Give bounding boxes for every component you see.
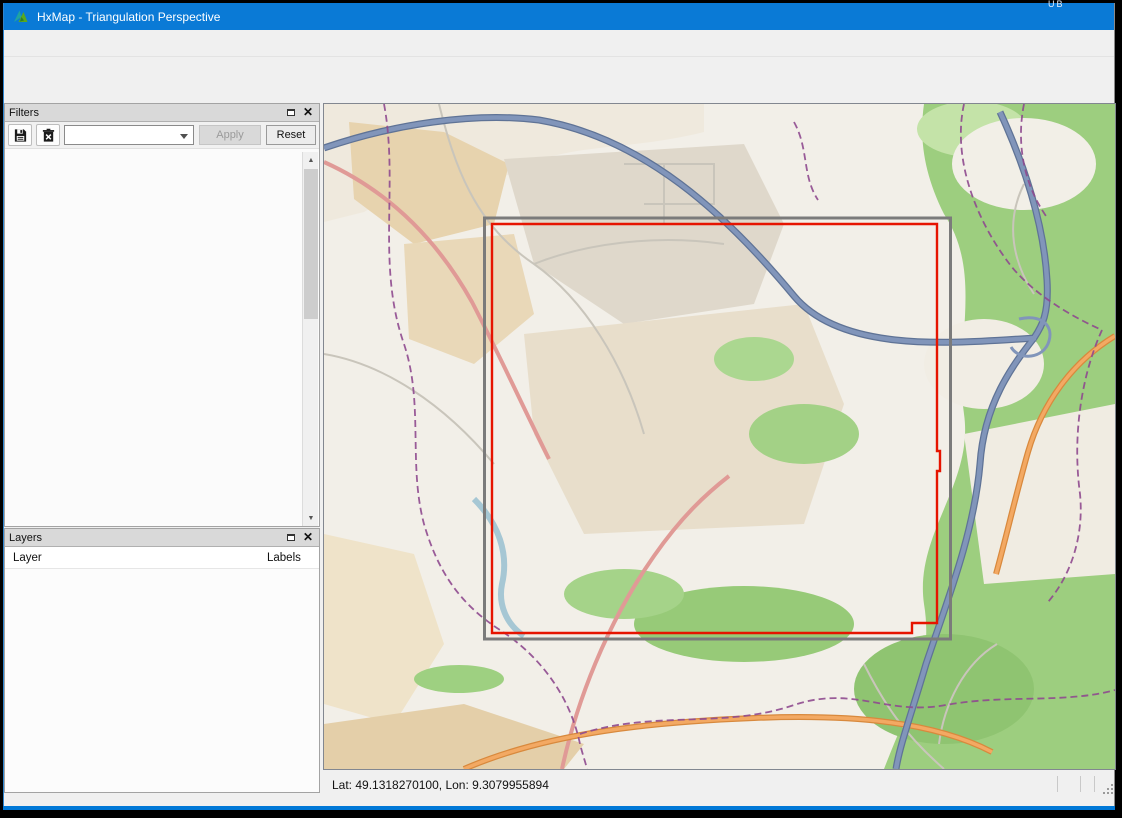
float-icon — [287, 534, 295, 541]
filters-panel-title: Filters — [9, 107, 281, 119]
layers-close-button[interactable]: ✕ — [301, 531, 315, 544]
apply-button[interactable]: Apply — [199, 125, 261, 145]
map-view[interactable] — [323, 103, 1116, 770]
filters-panel: Filters ✕ — [4, 103, 320, 527]
menu-bar — [4, 30, 1114, 57]
scrollbar-thumb[interactable] — [304, 169, 318, 319]
main-toolbar — [4, 58, 1114, 103]
status-separator — [1094, 776, 1095, 792]
delete-filter-button[interactable] — [36, 124, 60, 146]
layers-panel-header[interactable]: Layers ✕ — [5, 529, 319, 547]
coordinate-readout: Lat: 49.1318270100, Lon: 9.3079955894 — [332, 778, 549, 792]
column-labels: Labels — [267, 552, 319, 564]
scroll-up-icon[interactable]: ▲ — [303, 152, 319, 168]
left-dock: Filters ✕ — [4, 103, 320, 793]
filters-toolbar: Apply Reset — [5, 122, 319, 149]
filters-tree-scrollbar[interactable]: ▲ ▼ — [302, 152, 318, 526]
trash-delete-icon — [41, 128, 56, 143]
float-icon — [287, 109, 295, 116]
background-window-fragment: UB — [1048, 0, 1065, 9]
window-bottom-border — [3, 806, 1115, 810]
layers-float-button[interactable] — [284, 531, 298, 544]
layers-column-headers: Layer Labels — [5, 547, 319, 569]
status-bar: Lat: 49.1318270100, Lon: 9.3079955894 — [323, 770, 1116, 801]
scroll-down-icon[interactable]: ▼ — [303, 510, 319, 526]
resize-grip-icon[interactable] — [1101, 782, 1113, 794]
chevron-down-icon — [180, 134, 188, 139]
filter-preset-combobox[interactable] — [64, 125, 194, 145]
status-separator — [1080, 776, 1081, 792]
layers-panel-title: Layers — [9, 532, 281, 544]
reset-button[interactable]: Reset — [266, 125, 316, 145]
save-filter-button[interactable] — [8, 124, 32, 146]
window-title: HxMap - Triangulation Perspective — [37, 10, 220, 24]
status-separator — [1057, 776, 1058, 792]
app-window: HxMap - Triangulation Perspective Filter… — [3, 3, 1115, 806]
filters-tree — [5, 149, 319, 524]
close-icon: ✕ — [303, 107, 313, 118]
column-layer: Layer — [5, 552, 267, 564]
hxmap-logo-icon — [12, 8, 30, 26]
filters-float-button[interactable] — [284, 106, 298, 119]
close-icon: ✕ — [303, 532, 313, 543]
title-bar[interactable]: HxMap - Triangulation Perspective — [4, 3, 1114, 30]
save-icon — [13, 128, 28, 143]
filters-close-button[interactable]: ✕ — [301, 106, 315, 119]
filters-panel-header[interactable]: Filters ✕ — [5, 104, 319, 122]
map-points-canvas[interactable] — [324, 104, 1115, 769]
layers-panel: Layers ✕ Layer Labels — [4, 528, 320, 793]
